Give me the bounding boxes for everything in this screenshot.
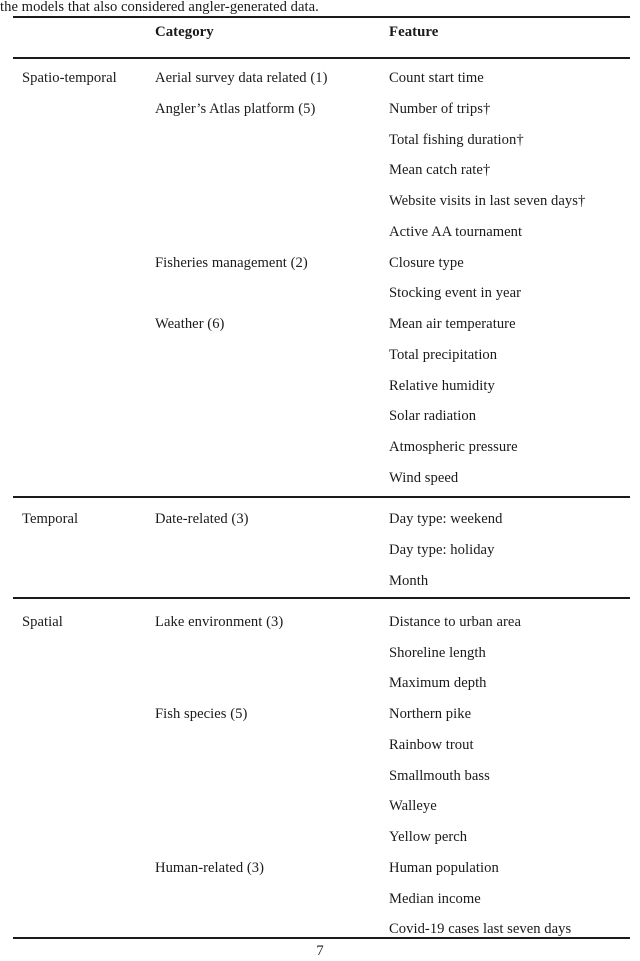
category-label: Lake environment (3) [155, 613, 284, 630]
feature-label: Total precipitation [389, 346, 498, 363]
page-number: 7 [316, 943, 324, 959]
feature-label: Rainbow trout [389, 736, 474, 753]
feature-label: Day type: holiday [389, 541, 495, 558]
feature-label: Day type: weekend [389, 511, 503, 527]
feature-label: Human population [389, 859, 499, 876]
feature-label: Distance to urban area [389, 613, 521, 630]
feature-label: Yellow perch [389, 829, 468, 845]
table-bottom-rule [13, 937, 630, 939]
feature-label: Active AA tournament [389, 223, 523, 240]
category-label: Date-related (3) [155, 511, 249, 527]
feature-label: Website visits in last seven days† [389, 193, 586, 209]
feature-label: Wind speed [389, 469, 459, 486]
feature-label: Relative humidity [389, 377, 495, 394]
group-label: Temporal [22, 511, 79, 527]
feature-label: Northern pike [389, 706, 472, 722]
column-header-category: Category [155, 24, 214, 40]
feature-label: Mean catch rate† [389, 162, 491, 179]
category-label: Fisheries management (2) [155, 254, 308, 271]
feature-label: Smallmouth bass [389, 767, 490, 784]
feature-label: Walleye [389, 798, 437, 815]
feature-label: Total fishing duration† [389, 131, 524, 148]
group-label: Spatial [22, 613, 63, 630]
feature-label: Maximum depth [389, 675, 487, 692]
feature-label: Month [389, 572, 429, 589]
category-label: Human-related (3) [155, 859, 265, 876]
feature-table: Category Feature Spatio-temporal Aerial s… [0, 0, 640, 961]
feature-label: Atmospheric pressure [389, 439, 518, 455]
category-label: Fish species (5) [155, 706, 248, 722]
table-header-rule [13, 57, 630, 59]
category-label: Weather (6) [155, 316, 225, 332]
feature-label: Covid-19 cases last seven days [389, 921, 572, 938]
feature-label: Shoreline length [389, 644, 486, 661]
category-label: Angler’s Atlas platform (5) [155, 100, 316, 117]
feature-label: Stocking event in year [389, 285, 522, 302]
section-divider-rule-1 [13, 496, 630, 498]
section-divider-rule-2 [13, 597, 630, 599]
feature-label: Median income [389, 890, 481, 907]
feature-label: Number of trips† [389, 100, 491, 117]
feature-label: Mean air temperature [389, 316, 516, 332]
category-label: Aerial survey data related (1) [155, 70, 328, 86]
feature-label: Solar radiation [389, 408, 477, 425]
feature-label: Closure type [389, 254, 464, 271]
feature-label: Count start time [389, 70, 484, 86]
table-top-rule [13, 16, 630, 18]
group-label: Spatio-temporal [22, 70, 117, 86]
column-header-feature: Feature [389, 24, 439, 40]
